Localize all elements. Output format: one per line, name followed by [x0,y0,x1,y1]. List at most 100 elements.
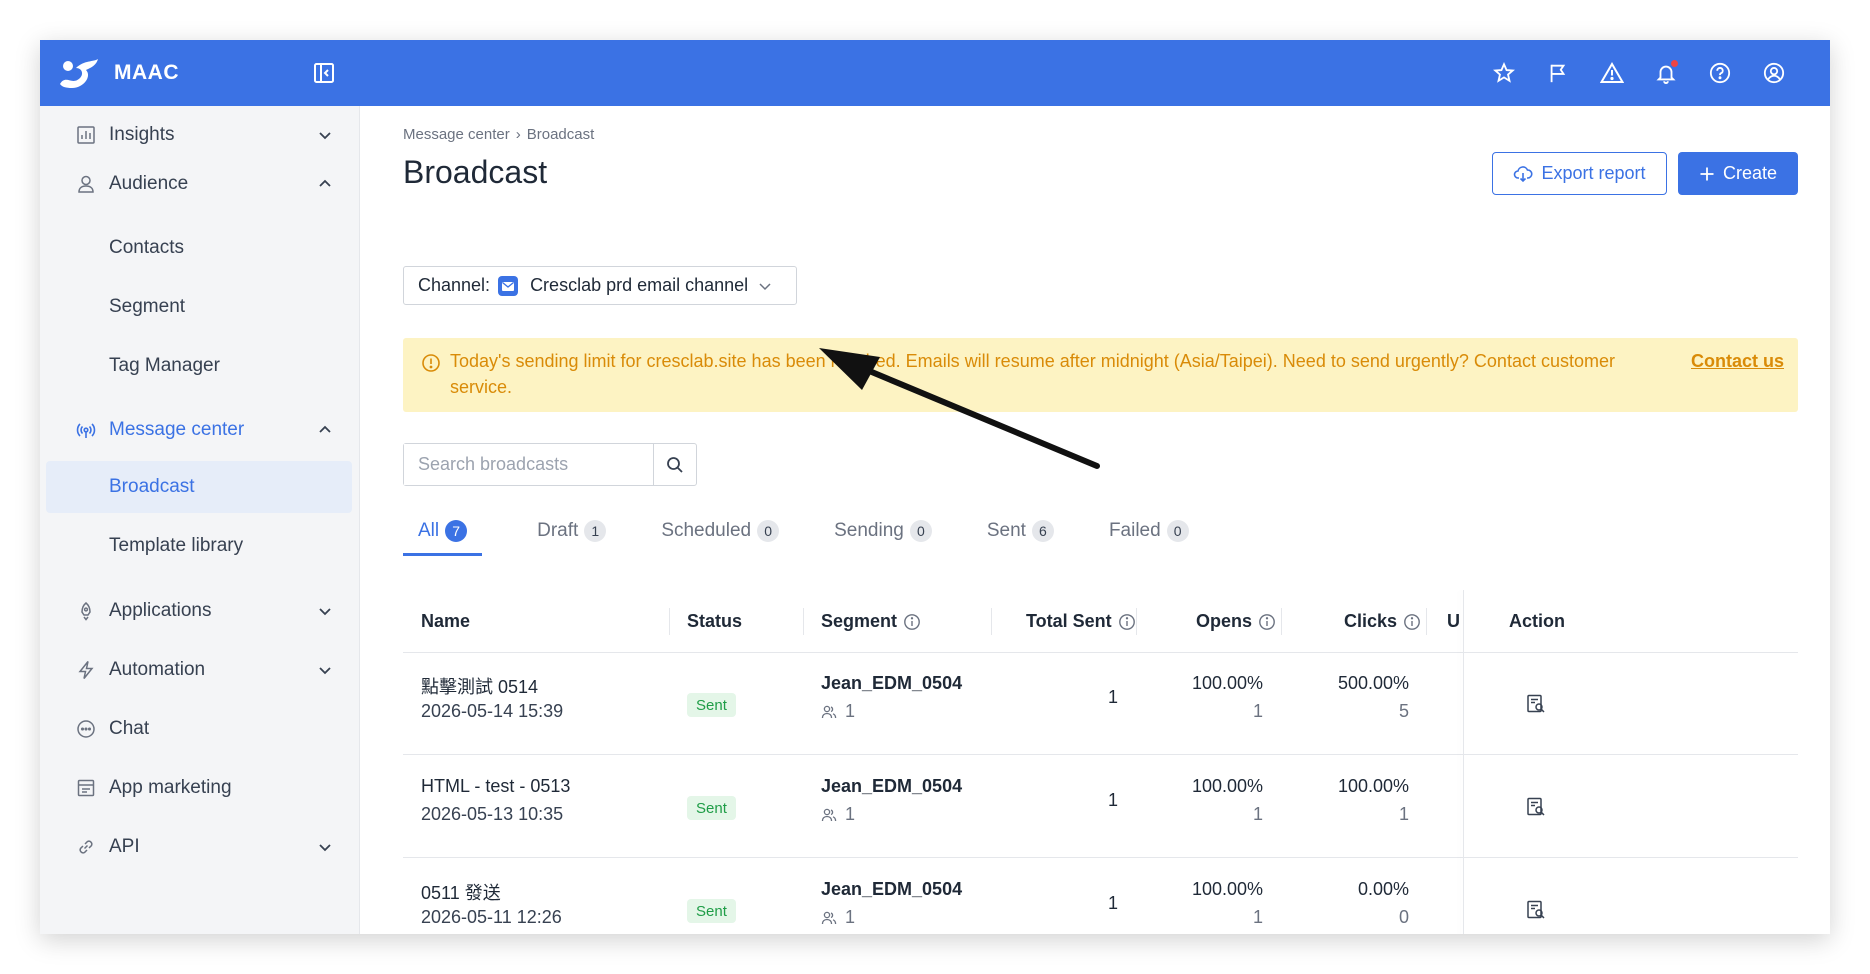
help-icon[interactable] [1706,59,1734,87]
info-icon[interactable] [1403,613,1421,631]
bell-icon[interactable] [1652,59,1680,87]
col-truncated-label: U [1447,611,1460,631]
view-report-icon[interactable] [1525,693,1547,715]
export-report-button[interactable]: Export report [1492,152,1667,195]
tab-count: 0 [1166,520,1189,542]
segment-count: 1 [821,804,855,825]
status-badge: Sent [687,693,736,717]
sidebar-item-label: Tag Manager [109,355,220,376]
clicks-rate: 500.00% [1337,673,1409,693]
warning-icon[interactable] [1598,59,1626,87]
tab-sent[interactable]: Sent 6 [972,506,1054,556]
view-report-icon[interactable] [1525,899,1547,921]
table-row[interactable]: HTML - test - 0513 2026-05-13 10:35 Sent… [403,756,1798,858]
sidebar-item-label: Template library [109,535,244,556]
tab-sending[interactable]: Sending 0 [819,506,932,556]
tab-draft[interactable]: Draft 1 [522,506,607,556]
star-icon[interactable] [1490,59,1518,87]
col-total-sent: Total Sent [1026,590,1136,653]
tab-label: Failed [1108,520,1161,541]
broadcast-name[interactable]: HTML - test - 0513 [421,776,570,797]
link-icon [79,840,93,854]
account-icon[interactable] [1760,59,1788,87]
page-title: Broadcast [403,154,548,190]
sidebar-item-chat[interactable]: Chat [40,703,360,755]
email-channel-icon [498,275,519,296]
brand: MAAC [40,40,360,106]
info-icon[interactable] [903,613,921,631]
maac-logo-icon [60,59,98,88]
people-icon [821,705,837,718]
info-icon[interactable] [1118,613,1136,631]
contact-us-link[interactable]: Contact us [1691,348,1784,374]
tab-count: 6 [1031,520,1054,542]
col-action: Action [1509,590,1565,653]
sidebar-item-label: Broadcast [109,476,195,497]
table-header: Name Status Segment Total Sent Opens Cli… [403,590,1798,653]
tab-scheduled[interactable]: Scheduled 0 [646,506,780,556]
segment-count-value: 1 [845,804,856,824]
table-row[interactable]: 點擊測試 0514 2026-05-14 15:39 Sent Jean_EDM… [403,653,1798,755]
sidebar-item-applications[interactable]: Applications [40,585,360,637]
broadcast-date: 2026-05-14 15:39 [421,701,564,721]
breadcrumb-current: Broadcast [526,126,595,143]
sidebar: Insights Audience Contacts Segment Tag M… [40,106,360,934]
people-icon [821,808,837,821]
tab-count: 7 [445,520,468,542]
status-badge: Sent [687,899,736,923]
flag-icon[interactable] [1544,59,1572,87]
create-button[interactable]: Create [1678,152,1798,195]
view-report-icon[interactable] [1525,796,1547,818]
clicks-count: 0 [1398,907,1409,927]
total-sent: 1 [1107,893,1118,913]
top-bar: MAAC [40,40,1830,106]
sidebar-item-insights[interactable]: Insights [40,109,360,161]
broadcast-icon [76,423,96,438]
sidebar-item-template-library[interactable]: Template library [40,520,360,572]
chat-icon [77,720,95,738]
status-tabs: All 7 Draft 1 Scheduled 0 Sending 0 Sent… [403,506,1229,556]
sidebar-item-contacts[interactable]: Contacts [40,222,360,274]
search-button[interactable] [653,444,696,485]
sending-limit-alert: Today's sending limit for cresclab.site … [403,338,1798,412]
channel-value: Cresclab prd email channel [530,275,749,295]
broadcast-name[interactable]: 0511 發送 [421,879,501,905]
column-divider [1136,608,1137,635]
alert-message: Today's sending limit for cresclab.site … [450,351,1615,397]
sidebar-item-label: Message center [109,419,245,440]
broadcast-name[interactable]: 點擊測試 0514 [421,673,538,699]
bolt-icon [78,661,94,679]
sidebar-item-message-center[interactable]: Message center [40,404,360,456]
tab-all[interactable]: All 7 [403,506,483,556]
sidebar-item-audience[interactable]: Audience [40,158,360,210]
sidebar-item-segment[interactable]: Segment [40,281,360,333]
tab-failed[interactable]: Failed 0 [1094,506,1189,556]
col-name: Name [421,590,470,653]
breadcrumb: Message center › Broadcast [403,126,594,143]
info-icon[interactable] [1258,613,1276,631]
sidebar-item-tag-manager[interactable]: Tag Manager [40,340,360,392]
search-icon [667,456,683,473]
segment-count: 1 [821,701,855,722]
sidebar-collapse-icon[interactable] [312,61,336,85]
sidebar-item-broadcast[interactable]: Broadcast [46,461,352,513]
sidebar-item-api[interactable]: API [40,821,360,873]
tab-count: 0 [909,520,932,542]
col-action-label: Action [1509,611,1565,631]
person-icon [78,175,94,193]
breadcrumb-parent[interactable]: Message center [403,126,510,143]
table-row[interactable]: 0511 發送 2026-05-11 12:26 Sent Jean_EDM_0… [403,859,1798,934]
export-report-label: Export report [1541,163,1646,183]
chevron-down-icon [319,132,331,140]
opens-count: 1 [1252,701,1263,721]
app-window: MAAC Insights Audience Contacts Segment … [40,40,1830,934]
channel-select[interactable]: Channel: Cresclab prd email channel [403,266,797,305]
breadcrumb-separator: › [515,126,521,143]
notification-dot [1671,60,1678,67]
rocket-icon [81,602,91,621]
broadcast-date: 2026-05-11 12:26 [421,907,562,927]
sidebar-item-app-marketing[interactable]: App marketing [40,762,360,814]
sidebar-item-automation[interactable]: Automation [40,644,360,696]
search-input[interactable] [404,444,653,485]
tab-label: Sent [986,520,1026,541]
